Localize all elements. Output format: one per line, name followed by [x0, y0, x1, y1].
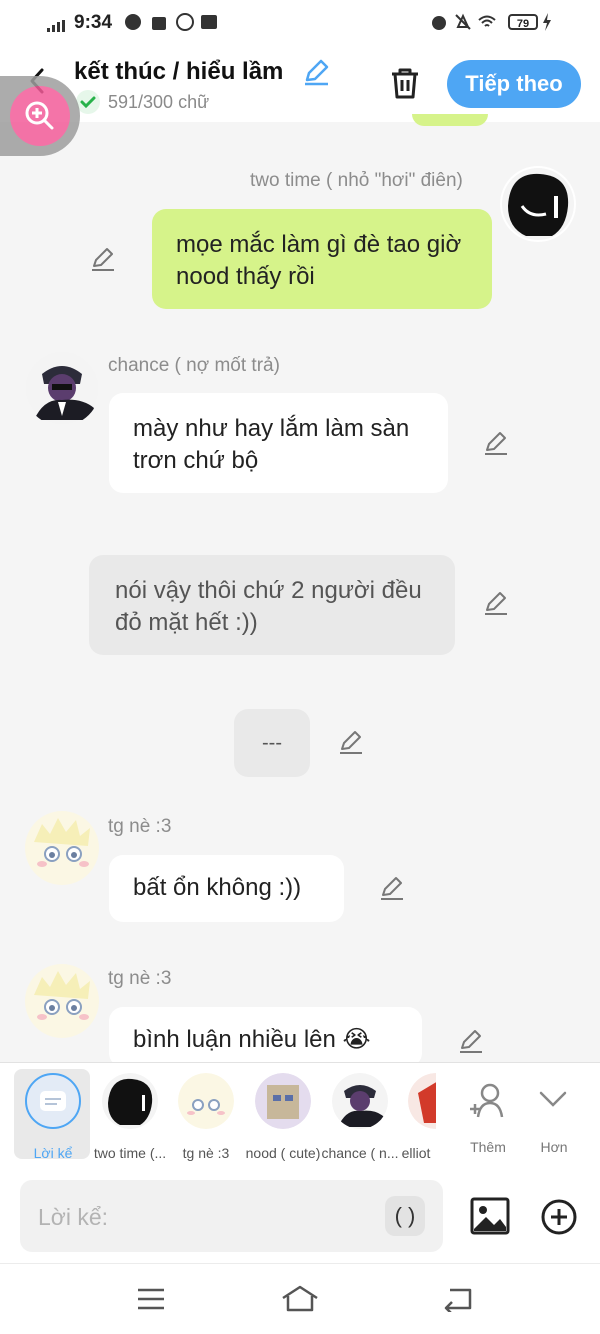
more-label: Hơn: [540, 1139, 568, 1155]
character-avatar: [102, 1073, 158, 1129]
character-label: elliot: [401, 1145, 431, 1161]
word-count: 591/300 chữ: [108, 92, 210, 112]
narration-input[interactable]: Lời kể: ( ): [20, 1180, 443, 1252]
edit-message-icon[interactable]: [458, 1028, 484, 1054]
zoom-floating-handle[interactable]: [0, 76, 80, 156]
input-placeholder: Lời kể:: [38, 1204, 109, 1230]
character-nood[interactable]: nood ( cute): [243, 1071, 321, 1161]
character-avatar: [332, 1073, 388, 1129]
character-avatar: [178, 1073, 234, 1129]
character-avatar: [408, 1073, 436, 1129]
back-icon[interactable]: [442, 1286, 474, 1312]
add-person-icon: [470, 1083, 504, 1118]
speaker-name: chance ( nợ mốt trả): [108, 355, 280, 376]
trash-icon[interactable]: [388, 66, 422, 100]
mute-icon: [455, 13, 471, 30]
edit-title-icon[interactable]: [302, 58, 330, 86]
more-characters-button[interactable]: Hơn: [514, 1071, 592, 1161]
gallery-icon: [201, 15, 217, 29]
character-chance[interactable]: chance ( n...: [320, 1071, 399, 1161]
zoom-in-icon: [25, 101, 54, 130]
speaker-name: two time ( nhỏ "hơi" điên): [250, 170, 463, 191]
character-selector-bar: Lời kể two time (... tg nè :3 nood ( cut…: [0, 1062, 600, 1171]
chevron-down-icon: [539, 1091, 567, 1107]
avatar-two-time[interactable]: [500, 166, 576, 242]
message-bubble[interactable]: bất ổn không :)): [109, 855, 344, 922]
zoom-button[interactable]: [10, 86, 70, 146]
narration-bubble[interactable]: ---: [234, 709, 310, 777]
avatar-tg[interactable]: [24, 963, 100, 1039]
edit-message-icon[interactable]: [483, 430, 509, 456]
story-title: kết thúc / hiểu lầm: [74, 58, 284, 85]
character-two-time[interactable]: two time (...: [90, 1071, 168, 1161]
input-bar: Lời kể: ( ): [0, 1170, 600, 1263]
avatar-tg[interactable]: [24, 810, 100, 886]
edit-message-icon[interactable]: [379, 875, 405, 901]
shopping-bag-icon: [152, 17, 166, 30]
edit-message-icon[interactable]: [483, 590, 509, 616]
narration-icon: [40, 1091, 66, 1111]
app-icon: [125, 14, 141, 30]
image-icon[interactable]: [470, 1197, 510, 1235]
system-navigation-bar: [0, 1263, 600, 1334]
next-button[interactable]: Tiếp theo: [447, 60, 581, 108]
status-bar: 9:34 79: [0, 0, 600, 46]
previous-message-bubble[interactable]: [412, 114, 488, 126]
battery-indicator: 79: [508, 14, 538, 30]
edit-message-icon[interactable]: [90, 246, 116, 272]
status-time: 9:34: [74, 12, 113, 33]
character-tg[interactable]: tg nè :3: [166, 1071, 244, 1161]
wifi-icon: [478, 15, 496, 27]
character-label: chance ( n...: [321, 1145, 399, 1161]
message-bubble[interactable]: mày như hay lắm làm sàn trơn chứ bộ: [109, 393, 448, 493]
speaker-name: tg nè :3: [108, 968, 172, 989]
add-circle-icon[interactable]: [540, 1198, 578, 1236]
character-avatar: [255, 1073, 311, 1129]
parentheses-button[interactable]: ( ): [385, 1196, 425, 1236]
edit-message-icon[interactable]: [338, 729, 364, 755]
app-icon: [176, 13, 194, 31]
character-narrator[interactable]: Lời kể: [13, 1071, 91, 1161]
avatar-chance[interactable]: [24, 350, 100, 426]
narration-bubble[interactable]: nói vậy thôi chứ 2 người đều đỏ mặt hết …: [89, 555, 455, 655]
narrator-avatar: [25, 1073, 81, 1129]
home-icon[interactable]: [280, 1284, 320, 1314]
speaker-name: tg nè :3: [108, 816, 172, 837]
header: kết thúc / hiểu lầm 591/300 chữ Tiếp the…: [0, 46, 600, 122]
message-bubble[interactable]: mọe mắc làm gì đè tao giờ nood thấy rồi: [152, 209, 492, 309]
message-bubble[interactable]: bình luận nhiều lên 😭: [109, 1007, 422, 1067]
charging-icon: [543, 13, 551, 31]
menu-icon[interactable]: [136, 1286, 166, 1312]
alarm-icon: [432, 16, 446, 30]
character-elliot[interactable]: elliot: [396, 1071, 436, 1161]
signal-icon: [47, 20, 65, 32]
